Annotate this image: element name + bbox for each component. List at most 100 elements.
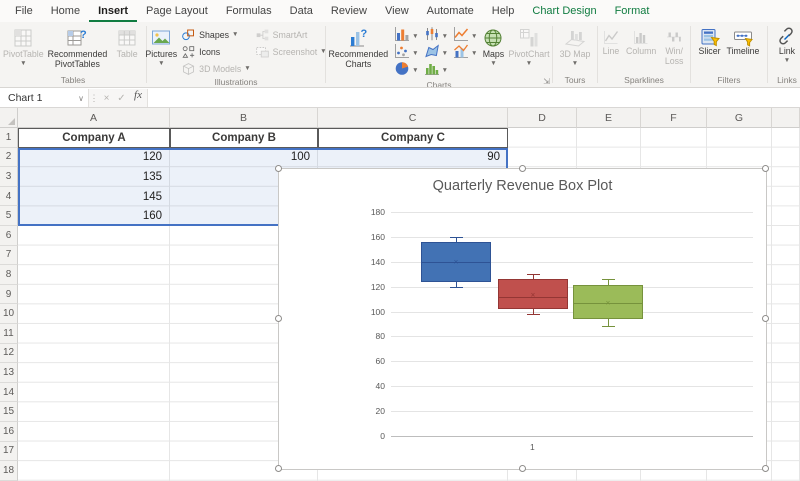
timeline-button[interactable]: Timeline [724, 24, 763, 57]
enter-icon[interactable]: ✓ [114, 89, 129, 107]
chart-selection-handle[interactable] [762, 165, 769, 172]
tab-data[interactable]: Data [281, 0, 322, 22]
chart-selection-handle[interactable] [519, 465, 526, 472]
screenshot-button[interactable]: Screenshot▼ [255, 44, 327, 59]
chart-selection-handle[interactable] [519, 165, 526, 172]
maps-button[interactable]: Maps▼ [480, 24, 506, 67]
y-axis-tick-label[interactable]: 20 [355, 406, 385, 416]
y-axis-tick-label[interactable]: 120 [355, 282, 385, 292]
x-axis-category-label[interactable]: 1 [530, 442, 535, 452]
insert-function-icon[interactable]: fx [129, 89, 147, 107]
y-axis-tick-label[interactable]: 160 [355, 232, 385, 242]
tab-home[interactable]: Home [42, 0, 89, 22]
column-header-a[interactable]: A [18, 108, 170, 128]
cell-a2[interactable]: 120 [18, 148, 170, 168]
row-header-18[interactable]: 18 [0, 461, 18, 481]
y-axis-tick-label[interactable]: 40 [355, 381, 385, 391]
row-header-9[interactable]: 9 [0, 285, 18, 305]
tab-format[interactable]: Format [606, 0, 659, 22]
chart-title[interactable]: Quarterly Revenue Box Plot [279, 178, 766, 194]
chart-selection-handle[interactable] [762, 315, 769, 322]
shapes-button[interactable]: Shapes▼ [181, 27, 251, 42]
smartart-button[interactable]: SmartArt [255, 27, 327, 42]
tab-help[interactable]: Help [483, 0, 524, 22]
cell-b2[interactable]: 100 [170, 148, 318, 168]
tab-formulas[interactable]: Formulas [217, 0, 281, 22]
chart-selection-handle[interactable] [275, 315, 282, 322]
column-header-c[interactable]: C [318, 108, 508, 128]
recommended-pivottables-button[interactable]: ?Recommended PivotTables [46, 24, 110, 70]
cell-a4[interactable]: 145 [18, 187, 170, 207]
cell-a1[interactable]: Company A [18, 128, 170, 148]
row-header-14[interactable]: 14 [0, 383, 18, 403]
pictures-button[interactable]: Pictures▼ [143, 24, 179, 67]
tab-view[interactable]: View [376, 0, 418, 22]
cell-c2[interactable]: 90 [318, 148, 508, 168]
chart-selection-handle[interactable] [275, 165, 282, 172]
y-axis-tick-label[interactable]: 180 [355, 207, 385, 217]
tab-automate[interactable]: Automate [418, 0, 483, 22]
row-header-7[interactable]: 7 [0, 246, 18, 266]
name-box[interactable]: Chart 1 [0, 89, 74, 107]
y-axis-tick-label[interactable]: 140 [355, 257, 385, 267]
y-axis-tick-label[interactable]: 60 [355, 356, 385, 366]
row-header-17[interactable]: 17 [0, 442, 18, 462]
column-header-b[interactable]: B [170, 108, 318, 128]
row-header-5[interactable]: 5 [0, 206, 18, 226]
cancel-icon[interactable]: × [99, 89, 114, 107]
name-box-dropdown-icon[interactable]: ∨ [74, 89, 89, 107]
icons-button[interactable]: Icons [181, 44, 251, 59]
column-header-f[interactable]: F [641, 108, 707, 128]
column-header-h[interactable] [772, 108, 800, 128]
tab-review[interactable]: Review [322, 0, 376, 22]
select-all-button[interactable] [0, 108, 18, 128]
recommended-charts-button[interactable]: ?Recommended Charts [326, 24, 390, 70]
insert-combo-chart-button[interactable]: ▼ [452, 45, 477, 62]
chart-selection-handle[interactable] [275, 465, 282, 472]
column-button[interactable]: Column [623, 24, 659, 57]
ribbon-group-tours: 3D Map▼Tours [553, 22, 597, 87]
row-header-13[interactable]: 13 [0, 363, 18, 383]
pivottable-button[interactable]: PivotTable▼ [1, 24, 46, 67]
row-header-12[interactable]: 12 [0, 344, 18, 364]
tab-insert[interactable]: Insert [89, 0, 137, 22]
y-axis-tick-label[interactable]: 0 [355, 431, 385, 441]
pivotchart-button[interactable]: PivotChart▼ [506, 24, 551, 67]
3d-models-button[interactable]: 3D Models▼ [181, 61, 251, 76]
line-button[interactable]: Line [599, 24, 623, 57]
row-header-1[interactable]: 1 [0, 128, 18, 148]
cell-c1[interactable]: Company C [318, 128, 508, 148]
row-header-6[interactable]: 6 [0, 226, 18, 246]
tab-page-layout[interactable]: Page Layout [137, 0, 217, 22]
chart-area[interactable]: Quarterly Revenue Box Plot 0 20 40 60 80 100 1… [278, 168, 767, 470]
tab-file[interactable]: File [6, 0, 42, 22]
chart-selection-handle[interactable] [762, 465, 769, 472]
row-header-10[interactable]: 10 [0, 304, 18, 324]
tab-chart-design[interactable]: Chart Design [523, 0, 605, 22]
slicer-button[interactable]: Slicer [696, 24, 724, 57]
formula-bar-resize-handle[interactable]: ⋮ [89, 89, 99, 107]
cell-a3[interactable]: 135 [18, 167, 170, 187]
charts-dialog-launcher-icon[interactable]: ⇲ [543, 77, 550, 86]
table-button[interactable]: Table [109, 24, 145, 60]
row-header-15[interactable]: 15 [0, 402, 18, 422]
link-button[interactable]: Link▼ [774, 24, 800, 64]
insert-pie-chart-button[interactable]: ▼ [393, 62, 418, 79]
row-header-2[interactable]: 2 [0, 148, 18, 168]
column-header-g[interactable]: G [707, 108, 772, 128]
y-axis-tick-label[interactable]: 100 [355, 307, 385, 317]
3d-map-button[interactable]: 3D Map▼ [554, 24, 596, 67]
cell-b1[interactable]: Company B [170, 128, 318, 148]
column-header-d[interactable]: D [508, 108, 577, 128]
y-axis-tick-label[interactable]: 80 [355, 331, 385, 341]
cell-a5[interactable]: 160 [18, 206, 170, 226]
insert-statistic-chart-button[interactable]: ▼ [423, 62, 448, 79]
row-header-11[interactable]: 11 [0, 324, 18, 344]
formula-input[interactable] [147, 89, 800, 107]
win-loss-button[interactable]: Win/ Loss [659, 24, 689, 66]
row-header-4[interactable]: 4 [0, 187, 18, 207]
row-header-3[interactable]: 3 [0, 167, 18, 187]
column-header-e[interactable]: E [577, 108, 641, 128]
row-header-16[interactable]: 16 [0, 422, 18, 442]
row-header-8[interactable]: 8 [0, 265, 18, 285]
